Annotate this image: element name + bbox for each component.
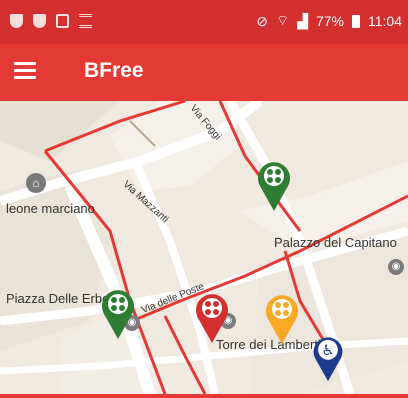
clock: 11:04 — [368, 13, 402, 29]
mute-icon: ⊘ — [256, 12, 269, 29]
menu-icon[interactable] — [14, 62, 36, 80]
app-title: BFree — [84, 59, 144, 82]
red-accessibility-pin[interactable] — [192, 288, 232, 344]
bottom-bar — [0, 394, 408, 398]
bars-icon — [79, 14, 92, 28]
signal-icon: ▟ — [297, 12, 308, 29]
yellow-accessibility-pin[interactable] — [262, 289, 302, 345]
blue-wheelchair-pin[interactable]: ♿ — [310, 331, 346, 383]
map-view[interactable]: Via Mazzanti Via Foggi Via delle Poste ⌂… — [0, 101, 408, 394]
wifi-icon: ⌔ — [276, 12, 290, 28]
status-bar: ⊘ ⌔ ▟ 77% 11:04 — [0, 0, 408, 44]
battery-percent: 77% — [315, 13, 344, 29]
shield-icon — [10, 14, 23, 28]
shield-icon-2 — [33, 14, 46, 28]
status-notifications — [10, 14, 92, 28]
svg-text:♿: ♿ — [322, 343, 335, 359]
camera-icon[interactable]: ◉ — [388, 259, 404, 275]
place-label-piazza[interactable]: Piazza Delle Erbe — [6, 291, 109, 306]
place-label-palazzo[interactable]: Palazzo del Capitano — [274, 235, 397, 250]
green-accessibility-pin-2[interactable] — [98, 284, 138, 340]
app-bar: BFree — [0, 44, 408, 101]
battery-icon — [352, 14, 360, 28]
status-indicators: ⊘ ⌔ ▟ 77% 11:04 — [256, 12, 402, 30]
place-label-leone[interactable]: leone marciano — [6, 201, 95, 216]
poi-icon[interactable]: ⌂ — [26, 173, 46, 193]
square-icon — [56, 14, 69, 28]
green-accessibility-pin[interactable] — [254, 156, 294, 212]
